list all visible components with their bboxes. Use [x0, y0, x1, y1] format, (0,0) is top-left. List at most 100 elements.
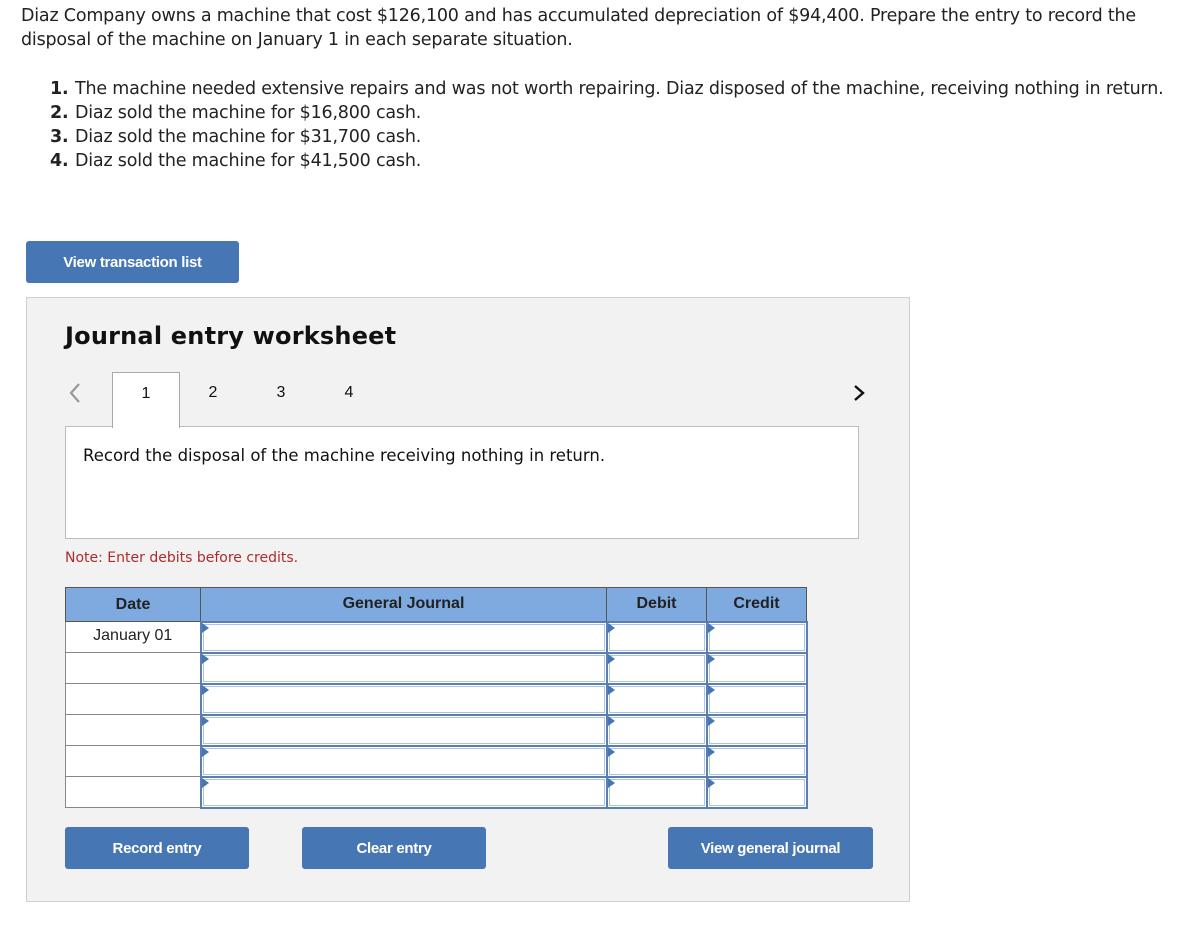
account-input-field[interactable]	[202, 778, 605, 806]
journal-row	[65, 682, 808, 716]
header-credit: Credit	[706, 587, 807, 622]
credit-input-field[interactable]	[708, 654, 805, 682]
chevron-left-icon	[69, 383, 80, 403]
prompt-box: Record the disposal of the machine recei…	[65, 426, 859, 539]
credit-input[interactable]	[705, 713, 808, 747]
header-debit: Debit	[606, 587, 707, 622]
prompt-text: Record the disposal of the machine recei…	[83, 446, 606, 465]
dropdown-marker-icon	[201, 746, 209, 757]
debit-input-field[interactable]	[608, 778, 705, 806]
credit-input-field[interactable]	[708, 685, 805, 713]
situation-item: 3. Diaz sold the machine for $31,700 cash…	[50, 125, 1170, 149]
tab-2[interactable]: 2	[179, 372, 247, 426]
situation-list: 1. The machine needed extensive repairs a…	[50, 77, 1170, 173]
journal-row	[65, 775, 808, 809]
account-input-field[interactable]	[202, 654, 605, 682]
view-transaction-list-button[interactable]: View transaction list	[26, 241, 239, 283]
clear-entry-button[interactable]: Clear entry	[302, 827, 486, 869]
debit-input-field[interactable]	[608, 685, 705, 713]
chevron-right-icon	[854, 385, 865, 401]
credit-input-field[interactable]	[708, 747, 805, 775]
record-entry-button[interactable]: Record entry	[65, 827, 249, 869]
dropdown-marker-icon	[707, 715, 715, 726]
worksheet-title: Journal entry worksheet	[65, 322, 397, 350]
question-intro: Diaz Company owns a machine that cost $1…	[21, 6, 1136, 50]
debit-input[interactable]	[605, 651, 708, 685]
situation-item: 2. Diaz sold the machine for $16,800 cash…	[50, 101, 1170, 125]
dropdown-marker-icon	[201, 684, 209, 695]
account-input[interactable]	[199, 775, 608, 809]
view-general-journal-button[interactable]: View general journal	[668, 827, 873, 869]
debit-input[interactable]	[605, 713, 708, 747]
note-text: Note: Enter debits before credits.	[65, 550, 299, 566]
credit-input-field[interactable]	[708, 716, 805, 744]
dropdown-marker-icon	[707, 622, 715, 633]
credit-input[interactable]	[705, 651, 808, 685]
dropdown-marker-icon	[607, 746, 615, 757]
dropdown-marker-icon	[707, 746, 715, 757]
situation-text: Diaz sold the machine for $31,700 cash.	[75, 127, 422, 147]
account-input[interactable]	[199, 620, 608, 654]
date-cell	[65, 776, 201, 808]
dropdown-marker-icon	[201, 715, 209, 726]
debit-input[interactable]	[605, 775, 708, 809]
account-input-field[interactable]	[202, 623, 605, 651]
situation-number: 4.	[50, 151, 69, 171]
credit-input[interactable]	[705, 682, 808, 716]
account-input-field[interactable]	[202, 747, 605, 775]
dropdown-marker-icon	[607, 653, 615, 664]
dropdown-marker-icon	[607, 684, 615, 695]
debit-input-field[interactable]	[608, 623, 705, 651]
account-input[interactable]	[199, 713, 608, 747]
dropdown-marker-icon	[607, 715, 615, 726]
journal-row	[65, 713, 808, 747]
tab-3[interactable]: 3	[247, 372, 315, 426]
journal-entry-worksheet: Journal entry worksheet 1 2 3 4 Record t…	[26, 297, 910, 902]
date-cell	[65, 683, 201, 715]
header-date: Date	[65, 587, 201, 622]
journal-row	[65, 651, 808, 685]
header-general-journal: General Journal	[200, 587, 607, 622]
account-input-field[interactable]	[202, 685, 605, 713]
situation-number: 2.	[50, 103, 69, 123]
credit-input[interactable]	[705, 775, 808, 809]
credit-input-field[interactable]	[708, 623, 805, 651]
date-cell: January 01	[65, 621, 201, 653]
dropdown-marker-icon	[607, 622, 615, 633]
account-input[interactable]	[199, 651, 608, 685]
account-input[interactable]	[199, 682, 608, 716]
dropdown-marker-icon	[201, 777, 209, 788]
tab-1[interactable]: 1	[112, 372, 180, 428]
credit-input[interactable]	[705, 744, 808, 778]
dropdown-marker-icon	[201, 653, 209, 664]
tab-4[interactable]: 4	[315, 372, 383, 426]
date-cell	[65, 745, 201, 777]
account-input[interactable]	[199, 744, 608, 778]
situation-item: 1. The machine needed extensive repairs a…	[50, 77, 1170, 101]
situation-text: Diaz sold the machine for $41,500 cash.	[75, 151, 422, 171]
situation-item: 4. Diaz sold the machine for $41,500 cash…	[50, 149, 1170, 173]
credit-input-field[interactable]	[708, 778, 805, 806]
next-button[interactable]	[847, 378, 871, 408]
situation-text: Diaz sold the machine for $16,800 cash.	[75, 103, 422, 123]
debit-input-field[interactable]	[608, 716, 705, 744]
account-input-field[interactable]	[202, 716, 605, 744]
date-cell	[65, 652, 201, 684]
previous-button[interactable]	[65, 378, 85, 408]
dropdown-marker-icon	[707, 684, 715, 695]
credit-input[interactable]	[705, 620, 808, 654]
journal-row: January 01	[65, 620, 808, 654]
dropdown-marker-icon	[707, 653, 715, 664]
dropdown-marker-icon	[607, 777, 615, 788]
debit-input-field[interactable]	[608, 654, 705, 682]
debit-input[interactable]	[605, 620, 708, 654]
situation-number: 1.	[50, 79, 69, 99]
dropdown-marker-icon	[201, 622, 209, 633]
journal-header-row: Date General Journal Debit Credit	[65, 587, 807, 622]
debit-input[interactable]	[605, 744, 708, 778]
journal-table: Date General Journal Debit Credit Januar…	[65, 587, 808, 809]
situation-text: The machine needed extensive repairs and…	[75, 79, 1164, 99]
debit-input-field[interactable]	[608, 747, 705, 775]
journal-row	[65, 744, 808, 778]
debit-input[interactable]	[605, 682, 708, 716]
